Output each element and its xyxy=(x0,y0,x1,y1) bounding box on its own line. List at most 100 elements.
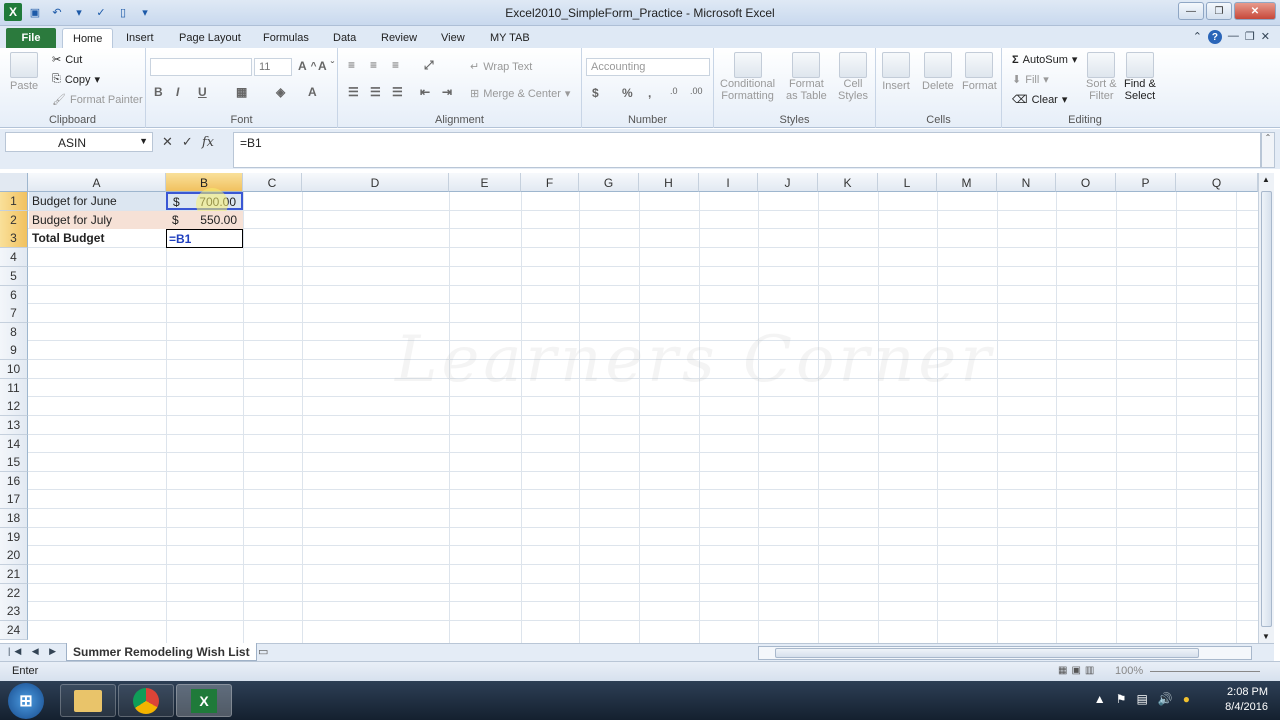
format-cells-button[interactable]: Format xyxy=(962,52,997,92)
column-header-m[interactable]: M xyxy=(937,173,997,192)
cell-a1[interactable]: Budget for June xyxy=(29,192,166,210)
row-header-19[interactable]: 19 xyxy=(0,528,28,547)
format-as-table-button[interactable]: Format as Table xyxy=(786,52,827,102)
network-icon[interactable]: ▤ xyxy=(1136,692,1147,706)
doc-minimize-icon[interactable]: — xyxy=(1228,30,1239,44)
column-header-h[interactable]: H xyxy=(639,173,699,192)
column-header-j[interactable]: J xyxy=(758,173,818,192)
row-header-5[interactable]: 5 xyxy=(0,267,28,286)
cell-a3[interactable]: Total Budget xyxy=(29,229,166,247)
zoom-level[interactable]: 100% xyxy=(1115,665,1143,677)
enter-check-icon[interactable]: ✓ xyxy=(182,134,193,150)
show-hidden-icons-icon[interactable]: ▲ xyxy=(1094,692,1106,706)
copy-button[interactable]: ⎘ Copy ▾ xyxy=(52,73,100,86)
row-header-20[interactable]: 20 xyxy=(0,546,28,565)
tab-page-layout[interactable]: Page Layout xyxy=(169,28,251,48)
row-header-17[interactable]: 17 xyxy=(0,490,28,509)
row-header-12[interactable]: 12 xyxy=(0,397,28,416)
row-header-13[interactable]: 13 xyxy=(0,416,28,435)
comma-icon[interactable]: , xyxy=(648,86,651,100)
tab-view[interactable]: View xyxy=(431,28,475,48)
insert-cells-button[interactable]: Insert xyxy=(882,52,910,92)
page-break-view-icon[interactable]: ▥ xyxy=(1085,665,1094,676)
minimize-button[interactable]: — xyxy=(1178,2,1204,20)
wrap-text-button[interactable]: ↵ Wrap Text xyxy=(470,60,532,74)
tab-formulas[interactable]: Formulas xyxy=(253,28,319,48)
doc-restore-icon[interactable]: ❐ xyxy=(1245,30,1255,44)
sheet-tab-summer-remodeling[interactable]: Summer Remodeling Wish List xyxy=(66,643,257,661)
increase-decimal-icon[interactable]: .0 xyxy=(670,86,678,96)
align-left-icon[interactable]: ☰ xyxy=(348,85,359,99)
doc-close-icon[interactable]: ✕ xyxy=(1261,30,1270,44)
align-center-icon[interactable]: ☰ xyxy=(370,85,381,99)
vertical-scroll-thumb[interactable] xyxy=(1261,191,1272,627)
formula-input[interactable]: =B1 xyxy=(233,132,1261,168)
clear-button[interactable]: ⌫ Clear ▾ xyxy=(1012,93,1067,107)
chrome-icon[interactable] xyxy=(118,684,174,717)
row-header-9[interactable]: 9 xyxy=(0,341,28,360)
vertical-scrollbar[interactable]: ▲ ▼ xyxy=(1258,173,1274,643)
action-center-flag-icon[interactable]: ⚑ xyxy=(1116,692,1127,706)
font-name-combo[interactable] xyxy=(150,58,252,76)
tab-review[interactable]: Review xyxy=(371,28,427,48)
worksheet-grid[interactable]: A B C D E F G H I J K L M N O P Q 1 2 3 … xyxy=(0,173,1258,643)
delete-cells-button[interactable]: Delete xyxy=(922,52,954,92)
column-header-f[interactable]: F xyxy=(521,173,579,192)
shrink-font-button[interactable]: Aˇ xyxy=(318,59,334,73)
percent-icon[interactable]: % xyxy=(622,86,633,100)
restore-button[interactable]: ❐ xyxy=(1206,2,1232,20)
underline-button[interactable]: U xyxy=(198,85,207,99)
borders-icon[interactable]: ▦ xyxy=(236,85,247,99)
row-header-10[interactable]: 10 xyxy=(0,360,28,379)
row-header-1[interactable]: 1 xyxy=(0,192,28,211)
paste-button[interactable]: Paste xyxy=(10,52,38,92)
horizontal-scroll-thumb[interactable] xyxy=(775,648,1199,658)
row-header-24[interactable]: 24 xyxy=(0,621,28,640)
format-painter-button[interactable]: 🖌 Format Painter xyxy=(52,93,143,107)
font-size-combo[interactable]: 11 xyxy=(254,58,292,76)
name-box[interactable]: ASIN ▼ xyxy=(5,132,153,152)
row-header-7[interactable]: 7 xyxy=(0,304,28,323)
font-color-icon[interactable]: A xyxy=(308,85,317,99)
number-format-combo[interactable]: Accounting xyxy=(586,58,710,76)
column-header-q[interactable]: Q xyxy=(1176,173,1258,192)
find-select-button[interactable]: Find & Select xyxy=(1124,52,1156,102)
cut-button[interactable]: ✂ Cut xyxy=(52,53,82,67)
tab-data[interactable]: Data xyxy=(323,28,366,48)
bold-button[interactable]: B xyxy=(154,85,163,99)
column-header-g[interactable]: G xyxy=(579,173,639,192)
orientation-icon[interactable]: ⤢ xyxy=(424,58,434,73)
row-header-3[interactable]: 3 xyxy=(0,229,28,248)
row-header-2[interactable]: 2 xyxy=(0,211,28,230)
clock[interactable]: 2:08 PM 8/4/2016 xyxy=(1225,685,1268,715)
cancel-icon[interactable]: ✕ xyxy=(162,134,173,150)
top-align-icon[interactable]: ≡ xyxy=(348,58,355,72)
decrease-decimal-icon[interactable]: .00 xyxy=(690,86,703,96)
align-right-icon[interactable]: ☰ xyxy=(392,85,403,99)
column-header-l[interactable]: L xyxy=(878,173,937,192)
help-icon[interactable]: ? xyxy=(1207,30,1222,44)
row-header-8[interactable]: 8 xyxy=(0,323,28,342)
tab-file[interactable]: File xyxy=(6,28,56,48)
tab-my-tab[interactable]: MY TAB xyxy=(480,28,540,48)
update-icon[interactable]: ● xyxy=(1183,692,1190,706)
scroll-up-icon[interactable]: ▲ xyxy=(1262,175,1270,184)
column-header-a[interactable]: A xyxy=(28,173,166,192)
decrease-indent-icon[interactable]: ⇤ xyxy=(420,85,430,99)
column-header-n[interactable]: N xyxy=(997,173,1056,192)
column-header-d[interactable]: D xyxy=(302,173,449,192)
tab-insert[interactable]: Insert xyxy=(116,28,164,48)
row-header-23[interactable]: 23 xyxy=(0,602,28,621)
column-header-c[interactable]: C xyxy=(243,173,302,192)
fill-color-icon[interactable]: ◈ xyxy=(276,85,285,99)
row-header-15[interactable]: 15 xyxy=(0,453,28,472)
sort-filter-button[interactable]: Sort & Filter xyxy=(1086,52,1117,102)
row-header-16[interactable]: 16 xyxy=(0,472,28,491)
page-layout-view-icon[interactable]: ▣ xyxy=(1071,665,1080,676)
row-header-6[interactable]: 6 xyxy=(0,286,28,305)
column-header-o[interactable]: O xyxy=(1056,173,1116,192)
minimize-ribbon-icon[interactable]: ⌃ xyxy=(1193,30,1202,44)
column-header-k[interactable]: K xyxy=(818,173,878,192)
middle-align-icon[interactable]: ≡ xyxy=(370,58,377,72)
column-header-i[interactable]: I xyxy=(699,173,758,192)
